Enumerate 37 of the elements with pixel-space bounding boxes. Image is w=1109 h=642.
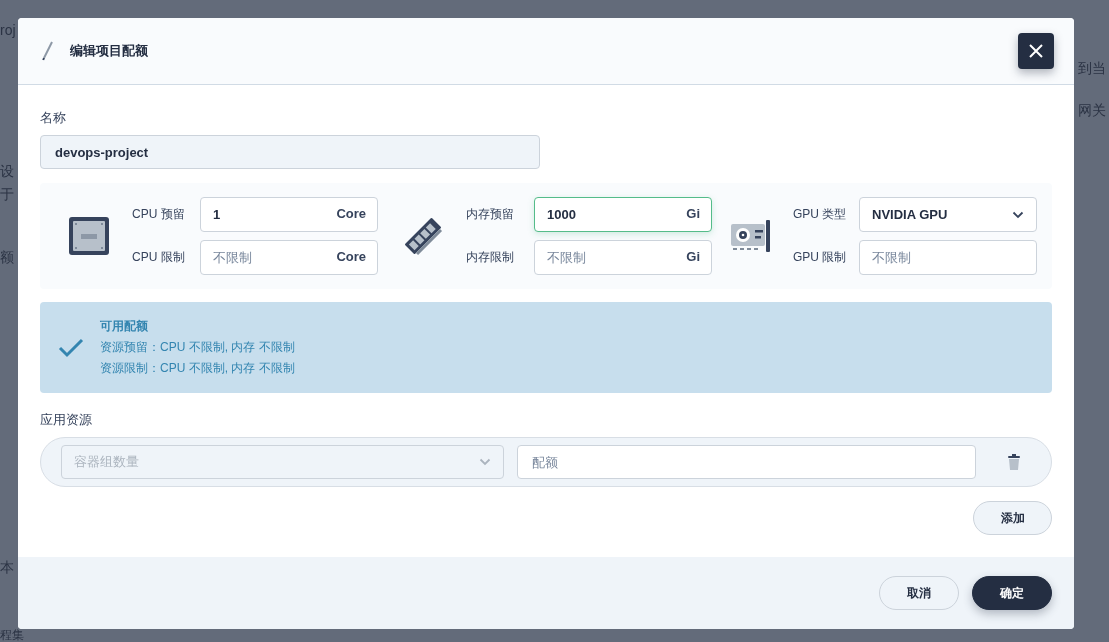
field-label: GPU 类型 <box>793 206 848 223</box>
quota-input-field[interactable]: 不限制 <box>859 240 1037 275</box>
trash-icon[interactable] <box>1007 454 1021 470</box>
pencil-icon <box>42 41 54 61</box>
field-label: 内存限制 <box>466 249 515 266</box>
quota-title: 可用配额 <box>100 318 149 335</box>
check-icon <box>58 337 84 358</box>
cpu-chip-icon <box>68 216 110 256</box>
dialog-title: 编辑项目配额 <box>70 42 149 60</box>
confirm-button[interactable]: 确定 <box>972 576 1052 610</box>
graphics-card-icon <box>731 219 771 253</box>
background-text: 本 <box>0 559 14 577</box>
add-button[interactable]: 添加 <box>973 501 1052 535</box>
unit-label: Gi <box>686 206 700 221</box>
field-label: 内存预留 <box>466 206 515 223</box>
cancel-button[interactable]: 取消 <box>879 576 959 610</box>
unit-label: Core <box>336 249 366 264</box>
background-text: 网关 <box>1078 102 1106 120</box>
background-text: roj <box>0 22 16 38</box>
gpu-type-select[interactable]: NVIDIA GPU <box>859 197 1037 232</box>
field-label: CPU 预留 <box>132 206 186 223</box>
unit-label: Core <box>336 206 366 221</box>
chevron-down-icon <box>479 458 491 466</box>
quota-line: 资源限制：CPU 不限制, 内存 不限制 <box>100 360 295 377</box>
field-label: 名称 <box>40 109 67 127</box>
field-label: GPU 限制 <box>793 249 848 266</box>
background-text: 额 <box>0 249 14 267</box>
section-label: 应用资源 <box>40 411 93 429</box>
name-field[interactable]: devops-project <box>40 135 540 169</box>
close-button[interactable] <box>1018 33 1054 69</box>
unit-label: Gi <box>686 249 700 264</box>
chevron-down-icon <box>1012 210 1024 219</box>
quota-input-field[interactable]: 配额 <box>517 445 976 479</box>
quota-line: 资源预留：CPU 不限制, 内存 不限制 <box>100 339 295 356</box>
field-label: CPU 限制 <box>132 249 186 266</box>
background-text: 设 <box>0 163 14 181</box>
close-icon <box>1028 43 1044 59</box>
